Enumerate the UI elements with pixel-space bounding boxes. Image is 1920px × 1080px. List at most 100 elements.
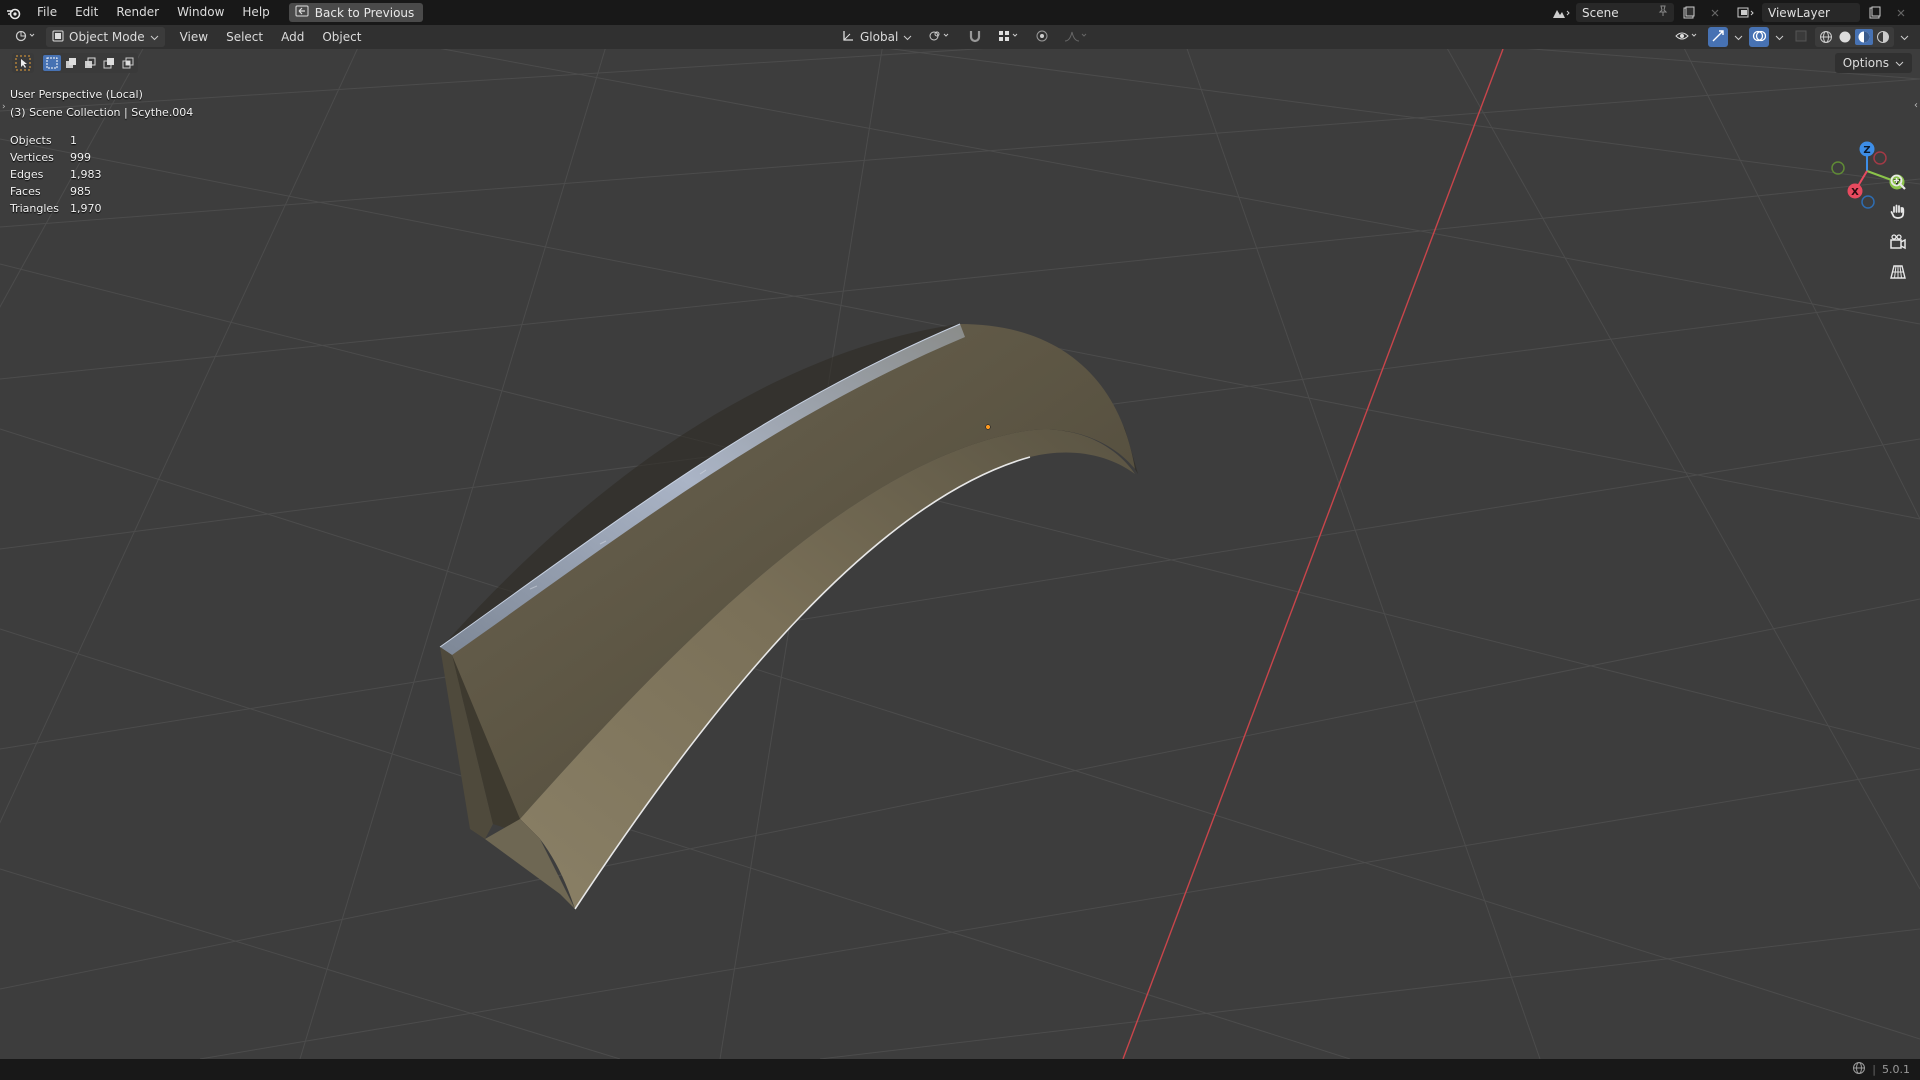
menu-select[interactable]: Select [217, 30, 272, 44]
pin-icon[interactable] [1658, 5, 1668, 20]
status-bar: | 5.0.1 [0, 1059, 1920, 1080]
pivot-icon [928, 29, 952, 46]
stat-label: Edges [10, 168, 44, 181]
hand-icon [1890, 204, 1905, 219]
toggle-perspective-button[interactable] [1884, 260, 1912, 284]
scene-name-label: Scene [1582, 5, 1619, 20]
rendered-shading-button[interactable] [1874, 29, 1892, 45]
stat-value: 985 [70, 185, 91, 198]
stat-label: Vertices [10, 151, 54, 164]
stat-label: Triangles [10, 202, 59, 215]
stat-value: 1,983 [70, 168, 102, 181]
stat-value: 1,970 [70, 202, 102, 215]
chevron-down-icon [1734, 30, 1743, 44]
delete-view-layer-icon[interactable] [1890, 3, 1912, 22]
snap-target-dropdown[interactable] [992, 27, 1026, 47]
view-layer-field[interactable]: ViewLayer [1762, 3, 1860, 22]
scythe-blade-mesh[interactable] [439, 323, 1138, 910]
3d-viewport[interactable]: Z Y X [0, 49, 1920, 1059]
shading-mode-group [1815, 27, 1894, 47]
transform-orientation-label: Global [860, 30, 899, 44]
gizmo-x-label: X [1851, 187, 1859, 198]
gizmo-neg-z-ball[interactable] [1861, 195, 1875, 209]
scene-name-field[interactable]: Scene [1576, 3, 1674, 22]
menu-add[interactable]: Add [272, 30, 313, 44]
pan-view-button[interactable] [1884, 200, 1912, 224]
snap-grid-icon [998, 29, 1020, 46]
intersect-selection-button[interactable] [119, 55, 137, 71]
editor-type-icon [14, 29, 36, 46]
network-globe-icon [1852, 1061, 1866, 1078]
floor-grid [0, 49, 1920, 1059]
shading-dropdown[interactable] [1897, 27, 1912, 47]
screen-back-icon [295, 5, 309, 20]
proportional-falloff-dropdown[interactable] [1058, 27, 1094, 47]
gizmo-toggle[interactable] [1708, 27, 1728, 47]
menu-render[interactable]: Render [107, 0, 168, 25]
new-view-layer-icon[interactable] [1864, 3, 1886, 22]
object-origin-dot [985, 424, 991, 430]
proportional-editing-toggle[interactable] [1030, 27, 1054, 47]
gizmo-neg-x-ball[interactable] [1873, 151, 1887, 165]
object-visibility-dropdown[interactable] [1669, 27, 1705, 47]
gizmo-dropdown[interactable] [1731, 27, 1746, 47]
overlays-dropdown[interactable] [1772, 27, 1787, 47]
view-layer-label: ViewLayer [1768, 5, 1830, 20]
pivot-point-dropdown[interactable] [922, 27, 958, 47]
options-dropdown[interactable]: Options [1834, 53, 1912, 73]
camera-view-button[interactable] [1884, 230, 1912, 254]
object-mode-dropdown[interactable]: Object Mode [46, 27, 165, 47]
viewport-header: Object Mode View Select Add Object Globa… [0, 25, 1920, 49]
menu-view[interactable]: View [171, 30, 217, 44]
new-scene-icon[interactable] [1678, 3, 1700, 22]
chevron-down-icon [1775, 30, 1784, 44]
back-to-previous-button[interactable]: Back to Previous [288, 3, 424, 22]
menu-help[interactable]: Help [233, 0, 278, 25]
editor-type-button[interactable] [8, 27, 42, 47]
scene-controls: Scene ViewLayer [1550, 0, 1920, 25]
menu-object[interactable]: Object [313, 30, 370, 44]
overlays-toggle[interactable] [1749, 27, 1769, 47]
solid-shading-button[interactable] [1836, 29, 1854, 45]
invert-selection-button[interactable] [100, 55, 118, 71]
active-tool-button[interactable] [12, 53, 34, 73]
version-label: 5.0.1 [1882, 1063, 1910, 1076]
transform-orientation-dropdown[interactable]: Global [835, 27, 918, 47]
sidebar-expand-arrow-icon[interactable]: ‹ [1914, 100, 1918, 111]
transform-controls: Global [835, 27, 1094, 47]
top-menubar: File Edit Render Window Help Back to Pre… [0, 0, 1920, 25]
visibility-eye-icon [1675, 29, 1699, 46]
chevron-down-icon [1900, 30, 1909, 44]
material-preview-shading-button[interactable] [1855, 29, 1873, 45]
menu-file[interactable]: File [28, 0, 66, 25]
object-mode-label: Object Mode [69, 30, 145, 44]
subtract-selection-button[interactable] [81, 55, 99, 71]
menu-edit[interactable]: Edit [66, 0, 107, 25]
falloff-curve-icon [1064, 29, 1088, 46]
extend-selection-button[interactable] [62, 55, 80, 71]
viewport-display-controls [1669, 27, 1912, 47]
viewport-scene[interactable]: Z Y X [0, 49, 1920, 1059]
menu-window[interactable]: Window [168, 0, 233, 25]
wireframe-shading-button[interactable] [1817, 29, 1835, 45]
blender-logo-icon[interactable] [0, 0, 28, 25]
gizmo-icon [1711, 29, 1725, 46]
status-divider: | [1872, 1063, 1876, 1076]
scene-selector-icon[interactable] [1550, 3, 1572, 22]
view-layer-selector-icon[interactable] [1736, 3, 1758, 22]
zoom-view-button[interactable] [1884, 170, 1912, 194]
perspective-label: User Perspective (Local) [10, 88, 143, 101]
zoom-icon [1890, 174, 1906, 190]
set-new-selection-button[interactable] [43, 55, 61, 71]
blender-window: File Edit Render Window Help Back to Pre… [0, 0, 1920, 1080]
gizmo-neg-y-ball[interactable] [1831, 161, 1845, 175]
stat-row: Triangles 1,970 [10, 200, 102, 217]
gizmo-z-label: Z [1863, 145, 1870, 156]
xray-toggle[interactable] [1790, 27, 1812, 47]
delete-scene-icon[interactable] [1704, 3, 1726, 22]
chevron-down-icon [150, 30, 159, 44]
xray-icon [1794, 29, 1808, 46]
toolbar-expand-arrow-icon[interactable]: › [2, 102, 6, 112]
scene-statistics: Objects 1 Vertices 999 Edges 1,983 Faces 985… [10, 132, 102, 217]
snap-toggle[interactable] [962, 27, 988, 47]
